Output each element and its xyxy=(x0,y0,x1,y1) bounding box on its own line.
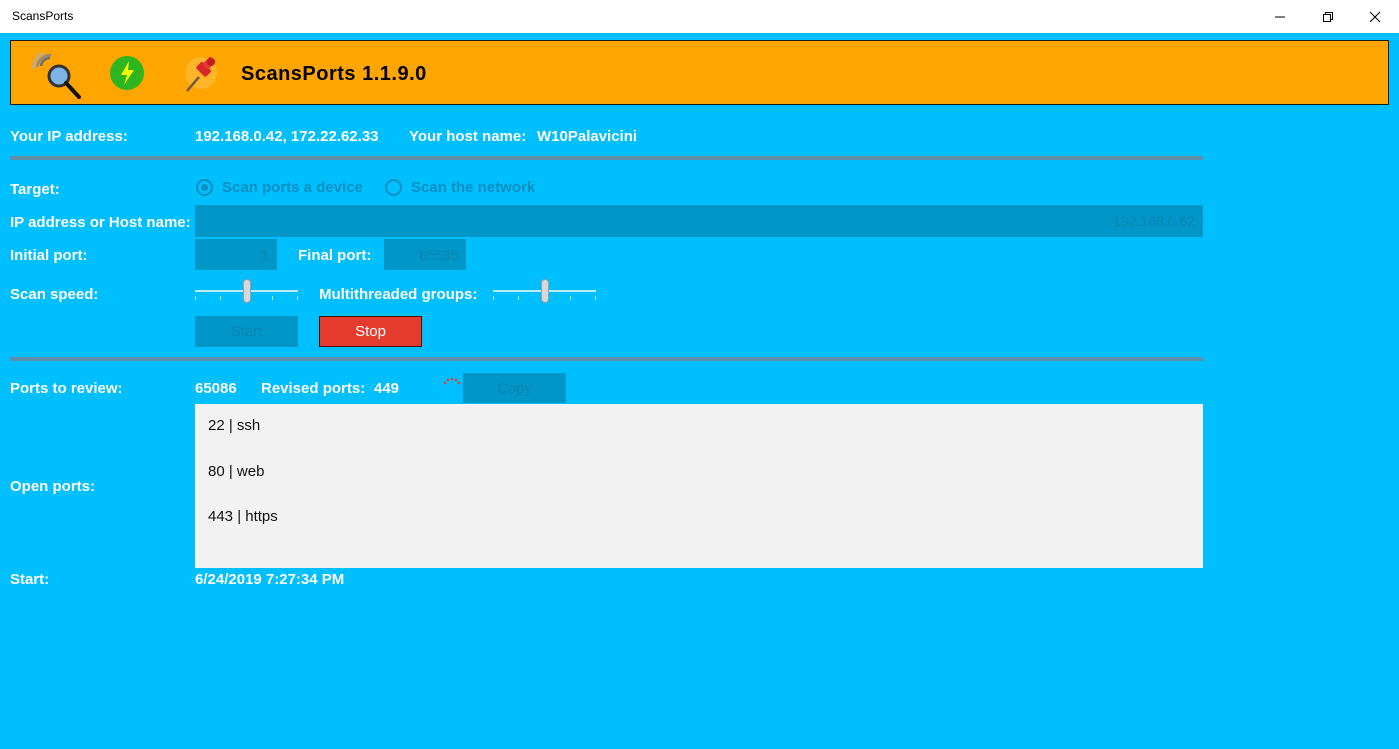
copy-button[interactable]: Copy xyxy=(463,373,566,403)
host-name-value: W10Palavicini xyxy=(537,128,638,145)
revised-ports-value: 449 xyxy=(374,380,400,397)
list-item[interactable]: 80 | web xyxy=(208,462,1190,508)
final-port-label: Final port: xyxy=(298,247,372,264)
list-item[interactable]: 443 | https xyxy=(208,507,1190,553)
radio-scan-network[interactable]: Scan the network xyxy=(385,179,535,196)
close-button[interactable] xyxy=(1352,0,1398,33)
start-time-value: 6/24/2019 7:27:34 PM xyxy=(195,571,345,588)
app-header: ScansPorts 1.1.9.0 xyxy=(10,40,1389,105)
minimize-button[interactable] xyxy=(1257,0,1303,33)
radar-magnifier-icon[interactable] xyxy=(31,50,81,99)
close-icon xyxy=(1369,11,1381,22)
host-input[interactable]: 192.168.0.62 xyxy=(195,205,1203,237)
initial-port-label: Initial port: xyxy=(10,247,88,264)
revised-ports-label: Revised ports: xyxy=(261,380,366,397)
open-ports-label: Open ports: xyxy=(10,478,95,495)
lightning-icon[interactable] xyxy=(109,53,149,93)
radio-unselected-icon xyxy=(385,179,402,196)
scan-speed-slider[interactable] xyxy=(195,279,298,303)
window-title: ScansPorts xyxy=(12,9,74,23)
ip-address-label: Your IP address: xyxy=(10,128,128,145)
scan-speed-label: Scan speed: xyxy=(10,286,99,303)
ports-review-label: Ports to review: xyxy=(10,380,123,397)
ports-review-value: 65086 xyxy=(195,380,237,397)
slider-thumb[interactable] xyxy=(243,279,251,303)
open-ports-list[interactable]: 22 | ssh 80 | web 443 | https xyxy=(195,404,1203,568)
radio-scan-network-label: Scan the network xyxy=(411,179,536,196)
host-field-label: IP address or Host name: xyxy=(10,214,191,231)
threads-label: Multithreaded groups: xyxy=(319,286,478,303)
app-title: ScansPorts 1.1.9.0 xyxy=(241,63,427,85)
initial-port-input[interactable]: 1 xyxy=(195,239,277,270)
restore-button[interactable] xyxy=(1305,0,1351,33)
stop-button[interactable]: Stop xyxy=(319,316,422,347)
slider-thumb[interactable] xyxy=(541,279,549,303)
start-button[interactable]: Start xyxy=(195,316,298,347)
radio-selected-icon xyxy=(196,179,213,196)
ip-address-value: 192.168.0.42, 172.22.62.33 xyxy=(195,128,379,145)
list-item[interactable]: 22 | ssh xyxy=(208,416,1190,462)
radio-scan-device[interactable]: Scan ports a device xyxy=(196,179,363,196)
progress-spinner-icon xyxy=(443,377,461,385)
target-label: Target: xyxy=(10,181,60,198)
pin-icon[interactable] xyxy=(181,53,221,93)
minimize-icon xyxy=(1275,16,1285,17)
radio-scan-device-label: Scan ports a device xyxy=(222,179,363,196)
separator-bottom xyxy=(10,357,1203,361)
host-name-label: Your host name: xyxy=(409,128,527,145)
title-bar: ScansPorts xyxy=(0,0,1399,33)
threads-slider[interactable] xyxy=(493,279,596,303)
restore-icon xyxy=(1323,11,1333,22)
start-time-label: Start: xyxy=(10,571,50,588)
separator-top xyxy=(10,156,1203,160)
final-port-input[interactable]: 65535 xyxy=(384,239,466,270)
